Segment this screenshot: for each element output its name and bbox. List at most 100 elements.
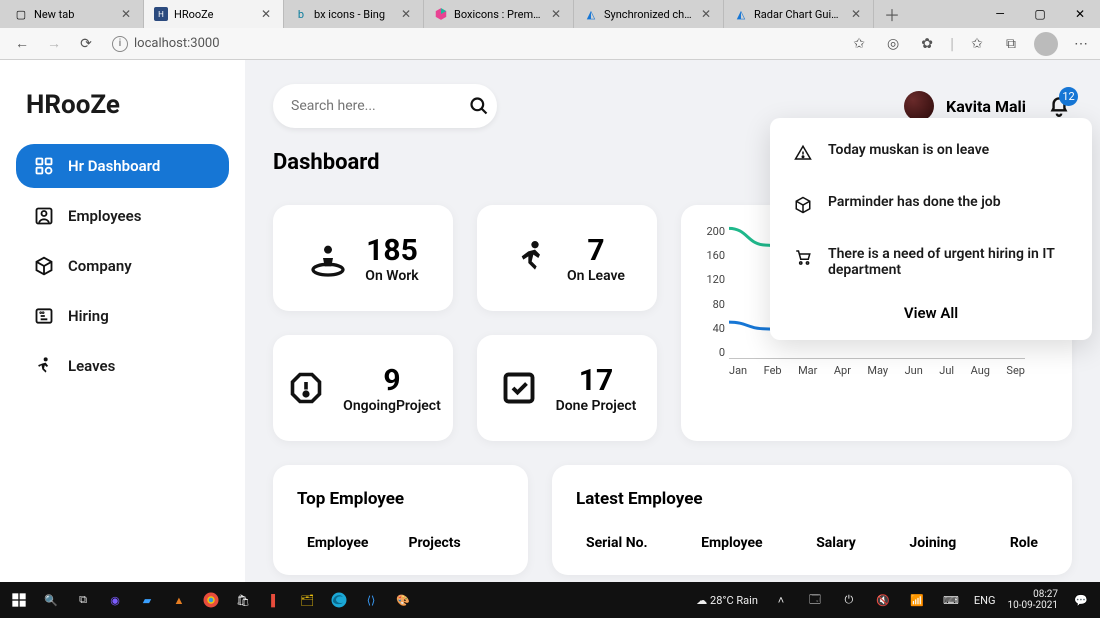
profile-avatar[interactable] (1034, 32, 1058, 56)
notification-item[interactable]: There is a need of urgent hiring in IT d… (770, 230, 1092, 294)
minimize-button[interactable]: — (980, 0, 1020, 28)
close-icon[interactable]: ✕ (399, 7, 413, 21)
latest-employee-title: Latest Employee (576, 489, 1048, 509)
apex-favicon: ◭ (584, 7, 598, 21)
address-bar[interactable]: i localhost:3000 (104, 32, 844, 56)
tab-bing[interactable]: b bx icons - Bing ✕ (284, 0, 424, 28)
chart-x-ticks: JanFebMarAprMayJunJulAugSep (729, 364, 1025, 377)
hiring-icon (34, 306, 54, 326)
nav-hiring[interactable]: Hiring (16, 294, 229, 338)
chrome-icon[interactable] (200, 589, 222, 611)
stat-label: On Work (365, 268, 418, 284)
hrooze-favicon: H (154, 7, 168, 21)
tray-chevron-icon[interactable]: ˄ (770, 589, 792, 611)
vlc-icon[interactable]: ▲ (168, 589, 190, 611)
refresh-button[interactable]: ⟳ (72, 30, 100, 58)
battery-icon[interactable]: 🗔 (804, 589, 826, 611)
more-icon[interactable]: ⋯ (1070, 33, 1092, 55)
stat-label: Done Project (556, 398, 637, 414)
edge-icon[interactable] (328, 589, 350, 611)
close-icon[interactable]: ✕ (549, 7, 563, 21)
nav-dashboard[interactable]: Hr Dashboard (16, 144, 229, 188)
browser-chrome: ▢ New tab ✕ H HRooZe ✕ b bx icons - Bing… (0, 0, 1100, 60)
clock[interactable]: 08:27 10-09-2021 (1008, 589, 1059, 611)
notification-item[interactable]: Parminder has done the job (770, 178, 1092, 230)
store-icon[interactable]: 🛍 (232, 589, 254, 611)
stat-on-work: 185 On Work (273, 205, 453, 311)
notifications-view-all[interactable]: View All (770, 294, 1092, 324)
collections-icon[interactable]: ⧉ (1000, 33, 1022, 55)
network-icon[interactable]: ⏻ (838, 589, 860, 611)
search-input[interactable] (291, 98, 469, 114)
user-block: Kavita Mali 12 (904, 91, 1072, 121)
nav-label: Hiring (68, 307, 109, 325)
leaves-icon (34, 356, 54, 376)
start-button[interactable] (8, 589, 30, 611)
paint-icon[interactable]: 🎨 (392, 589, 414, 611)
nav-leaves[interactable]: Leaves (16, 344, 229, 388)
close-icon[interactable]: ✕ (119, 7, 133, 21)
volume-icon[interactable]: 🔇 (872, 589, 894, 611)
vscode-icon[interactable]: ⟨⟩ (360, 589, 382, 611)
search-taskbar-icon[interactable]: 🔍 (40, 589, 62, 611)
back-button[interactable]: ← (8, 30, 36, 58)
weather-widget[interactable]: ☁ 28°C Rain (696, 594, 758, 607)
maximize-button[interactable]: ▢ (1020, 0, 1060, 28)
notifications-panel: Today muskan is on leave Parminder has d… (770, 118, 1092, 340)
boxicons-favicon (434, 7, 448, 21)
tab-hrooze[interactable]: H HRooZe ✕ (144, 0, 284, 28)
user-avatar[interactable] (904, 91, 934, 121)
code-icon[interactable]: ▰ (136, 589, 158, 611)
site-info-icon[interactable]: i (112, 36, 128, 52)
tab-new[interactable]: ▢ New tab ✕ (4, 0, 144, 28)
cart-icon (794, 248, 812, 266)
read-aloud-icon[interactable]: ✩ (848, 33, 870, 55)
close-icon[interactable]: ✕ (849, 7, 863, 21)
bottom-row: Top Employee Employee Projects Latest Em… (273, 465, 1072, 575)
stat-on-leave: 7 On Leave (477, 205, 657, 311)
stat-label: On Leave (567, 268, 625, 284)
stat-value: 9 (343, 363, 441, 398)
stat-done-project: 17 Done Project (477, 335, 657, 441)
new-tab-button[interactable]: ＋ (874, 2, 910, 26)
tab-apex2[interactable]: ◭ Radar Chart Guide & L ✕ (724, 0, 874, 28)
tracking-icon[interactable]: ◎ (882, 33, 904, 55)
warn-icon (794, 144, 812, 162)
tab-boxicons[interactable]: Boxicons : Premium w ✕ (424, 0, 574, 28)
keyboard-icon[interactable]: ⌨ (940, 589, 962, 611)
office-icon[interactable]: ▌ (264, 589, 286, 611)
action-center-icon[interactable]: 💬 (1070, 589, 1092, 611)
check-box-icon (498, 367, 540, 409)
chart-y-ticks: 20016012080400 (699, 225, 725, 359)
nav-list: Hr Dashboard Employees Company Hiring (16, 144, 229, 388)
nav-employees[interactable]: Employees (16, 194, 229, 238)
nav-company[interactable]: Company (16, 244, 229, 288)
eclipse-icon[interactable]: ◉ (104, 589, 126, 611)
language-indicator[interactable]: ENG (974, 594, 996, 607)
octagon-alert-icon (285, 367, 327, 409)
close-icon[interactable]: ✕ (259, 7, 273, 21)
tab-apex1[interactable]: ◭ Synchronized charts g ✕ (574, 0, 724, 28)
stat-value: 7 (567, 233, 625, 268)
generic-favicon: ▢ (14, 7, 28, 21)
taskview-icon[interactable]: ⧉ (72, 589, 94, 611)
nav-label: Company (68, 257, 132, 275)
notification-item[interactable]: Today muskan is on leave (770, 126, 1092, 178)
url-text: localhost:3000 (134, 36, 220, 51)
notification-bell[interactable]: 12 (1046, 93, 1072, 119)
top-employee-card: Top Employee Employee Projects (273, 465, 528, 575)
forward-button[interactable]: → (40, 30, 68, 58)
apex-favicon: ◭ (734, 7, 748, 21)
wifi-icon[interactable]: 📶 (906, 589, 928, 611)
search-icon[interactable] (469, 96, 489, 116)
nav-label: Employees (68, 207, 141, 225)
extensions-icon[interactable]: ✿ (916, 33, 938, 55)
close-window-button[interactable]: ✕ (1060, 0, 1100, 28)
explorer-icon[interactable]: 🗂 (296, 589, 318, 611)
favorites-icon[interactable]: ✩ (966, 33, 988, 55)
close-icon[interactable]: ✕ (699, 7, 713, 21)
search-box[interactable] (273, 84, 497, 128)
tab-bar: ▢ New tab ✕ H HRooZe ✕ b bx icons - Bing… (0, 0, 1100, 28)
nav-label: Hr Dashboard (68, 157, 160, 175)
latest-employee-card: Latest Employee Serial No. Employee Sala… (552, 465, 1072, 575)
